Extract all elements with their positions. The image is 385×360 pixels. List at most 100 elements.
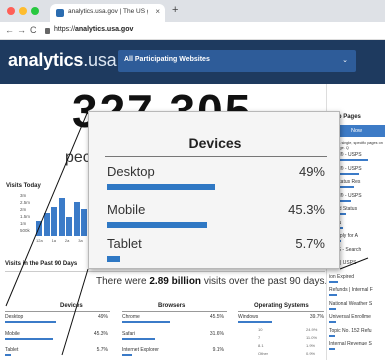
- visits-today-bar: [58, 198, 65, 236]
- realtime-caption: pec: [65, 149, 91, 166]
- callout-pointer-line: [61, 268, 89, 356]
- browser-row-bar: [122, 338, 156, 340]
- reload-icon[interactable]: C: [30, 25, 37, 35]
- top-page-bar: [329, 321, 336, 323]
- device-row-label: Desktop: [5, 314, 24, 320]
- callout-title: Devices: [188, 135, 242, 151]
- device-row-value: 45.3%: [93, 331, 108, 337]
- browser-row-label: Chrome: [122, 314, 140, 320]
- top-page-item[interactable]: Topic No. 152 Refu: [329, 328, 385, 334]
- callout-row-value: 45.3%: [288, 202, 325, 217]
- address-bar[interactable]: https://analytics.usa.gov: [54, 26, 133, 33]
- hour-label: 2a: [64, 238, 70, 243]
- os-version-label: 10: [258, 327, 263, 332]
- agency-select-value: All Participating Websites: [124, 56, 210, 63]
- past-90-days-title: Visits in the Past 90 Days: [5, 261, 78, 267]
- lock-icon: [45, 28, 50, 34]
- os-row-value: 39.7%: [309, 314, 324, 320]
- agency-select[interactable]: All Participating Websites ⌄: [118, 50, 356, 72]
- site-header: analytics.usa.gov All Participating Webs…: [0, 40, 385, 84]
- os-row-label: Windows: [238, 314, 259, 320]
- browsers-divider: [122, 311, 227, 312]
- chevron-down-icon: ⌄: [342, 57, 348, 64]
- devices-divider: [5, 311, 110, 312]
- browser-nav-bar: ← → C https://analytics.usa.gov: [0, 22, 385, 40]
- top-page-bar: [329, 294, 337, 296]
- os-version-label: 7: [258, 335, 261, 340]
- top-page-bar: [329, 307, 337, 310]
- browser-row-value: 45.5%: [209, 314, 224, 320]
- top-page-item[interactable]: National Weather S: [329, 301, 385, 307]
- window-maximize-button[interactable]: [31, 7, 39, 15]
- devices-zoom-callout: Devices Desktop 49% Mobile 45.3% Tablet …: [88, 111, 340, 269]
- logo-bold-text: analytics: [8, 50, 84, 70]
- device-row-label: Mobile: [5, 331, 20, 337]
- os-version-value: 1.9%: [306, 343, 316, 348]
- device-row-bar: [5, 338, 53, 340]
- visits-today-bar: [51, 206, 57, 236]
- callout-row-bar: [107, 256, 120, 262]
- section-divider: [5, 271, 325, 272]
- top-page-bar: [329, 348, 335, 350]
- os-version-label: 8.1: [258, 343, 264, 348]
- callout-divider: [105, 156, 327, 157]
- total-visits-value: 2.89 billion: [149, 276, 202, 287]
- os-version-value: 24.9%: [306, 327, 318, 332]
- visits-today-axis-label: 2.5m: [20, 200, 31, 205]
- window-minimize-button[interactable]: [19, 7, 27, 15]
- os-version-label: Other: [258, 351, 269, 356]
- total-prefix: There were: [96, 276, 147, 287]
- os-version-value: 11.0%: [306, 335, 318, 340]
- devices-section-title: Devices: [60, 303, 83, 309]
- os-section-title: Operating Systems: [254, 303, 309, 309]
- device-row-value: 5.7%: [96, 347, 108, 353]
- device-row-bar: [5, 354, 11, 356]
- hour-label: 3a: [78, 238, 83, 243]
- browser-row-bar: [122, 321, 170, 323]
- callout-row-value: 5.7%: [295, 236, 325, 251]
- visits-today-title: Visits Today: [6, 183, 41, 189]
- browser-row-value: 9.1%: [212, 347, 224, 353]
- site-favicon-icon: [56, 9, 64, 17]
- visits-today-axis-label: 500k: [20, 228, 30, 233]
- visits-today-chart: [36, 194, 96, 236]
- callout-row-bar: [107, 222, 207, 228]
- callout-row-value: 49%: [298, 164, 325, 179]
- forward-arrow-icon[interactable]: →: [17, 25, 26, 35]
- tab-close-icon[interactable]: ×: [155, 7, 160, 16]
- tab-title: analytics.usa.gov | The US gov: [68, 8, 148, 15]
- top-page-item[interactable]: ion Expired: [329, 274, 385, 280]
- browser-tab-bar: analytics.usa.gov | The US gov × +: [0, 0, 385, 22]
- callout-row-bar: [107, 184, 215, 190]
- top-page-bar: [329, 280, 338, 283]
- url-domain: analytics.usa.gov: [75, 26, 134, 33]
- top-page-item[interactable]: Refunds | Internal F: [329, 287, 385, 293]
- visits-today-axis-label: 1m: [20, 221, 27, 226]
- window-close-button[interactable]: [7, 7, 15, 15]
- top-page-item[interactable]: Universal Enrollme: [329, 314, 385, 320]
- total-visits-sentence: There were 2.89 billion visits over the …: [96, 276, 327, 287]
- total-suffix: visits over the past 90 days.: [203, 276, 328, 287]
- browser-tab[interactable]: analytics.usa.gov | The US gov ×: [50, 4, 165, 22]
- visits-today-bar: [43, 212, 50, 236]
- back-arrow-icon[interactable]: ←: [5, 25, 14, 35]
- top-page-item[interactable]: Internal Revenue S: [329, 341, 385, 347]
- browser-row-value: 31.6%: [209, 331, 224, 337]
- visits-today-bar: [73, 202, 80, 236]
- callout-row-label: Mobile: [107, 202, 146, 217]
- browser-row-label: Safari: [122, 331, 136, 337]
- callout-row-label: Desktop: [107, 164, 155, 179]
- hour-label: 12a: [36, 238, 43, 243]
- callout-row-label: Tablet: [107, 236, 142, 251]
- visits-today-axis-label: 2m: [20, 207, 27, 212]
- browser-row-bar: [122, 354, 132, 356]
- os-divider: [238, 311, 324, 312]
- browsers-section-title: Browsers: [158, 303, 186, 309]
- os-row-bar: [238, 321, 273, 323]
- visits-today-axis-label: 3m: [20, 193, 27, 198]
- new-tab-button[interactable]: +: [172, 4, 178, 16]
- url-prefix: https://: [54, 26, 76, 33]
- hour-label: 1a: [51, 238, 57, 243]
- visits-today-bar: [81, 208, 87, 236]
- device-row-label: Tablet: [5, 347, 19, 353]
